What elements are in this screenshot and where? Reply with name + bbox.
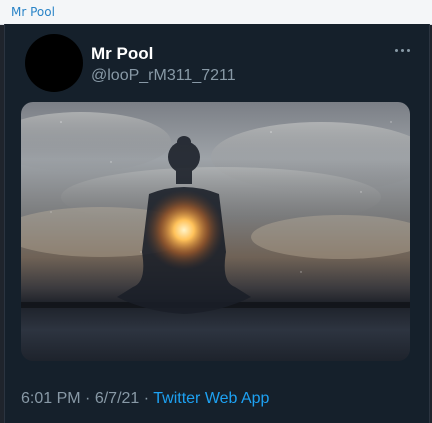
- tweet-date[interactable]: 6/7/21: [95, 390, 139, 407]
- author-name[interactable]: Mr Pool: [91, 44, 153, 64]
- more-horizontal-icon[interactable]: [392, 40, 412, 60]
- author-handle[interactable]: @looP_rM311_7211: [91, 67, 236, 85]
- meditation-silhouette-image: [21, 112, 410, 314]
- tweet-time[interactable]: 6:01 PM: [21, 390, 81, 407]
- timestamp-separator: ·: [85, 390, 91, 407]
- window-title: Mr Pool: [11, 5, 55, 19]
- tweet-image[interactable]: [21, 102, 410, 361]
- tweet-timestamp: 6:01 PM · 6/7/21 · Twitter Web App: [21, 390, 269, 408]
- tweet-card[interactable]: Mr Pool @looP_rM311_7211 6:01 PM · 6/7/2…: [4, 24, 430, 423]
- tweet-source-link[interactable]: Twitter Web App: [153, 390, 269, 407]
- timestamp-separator-2: ·: [143, 390, 150, 407]
- avatar[interactable]: [25, 34, 83, 92]
- window-titlebar: Mr Pool: [0, 0, 432, 25]
